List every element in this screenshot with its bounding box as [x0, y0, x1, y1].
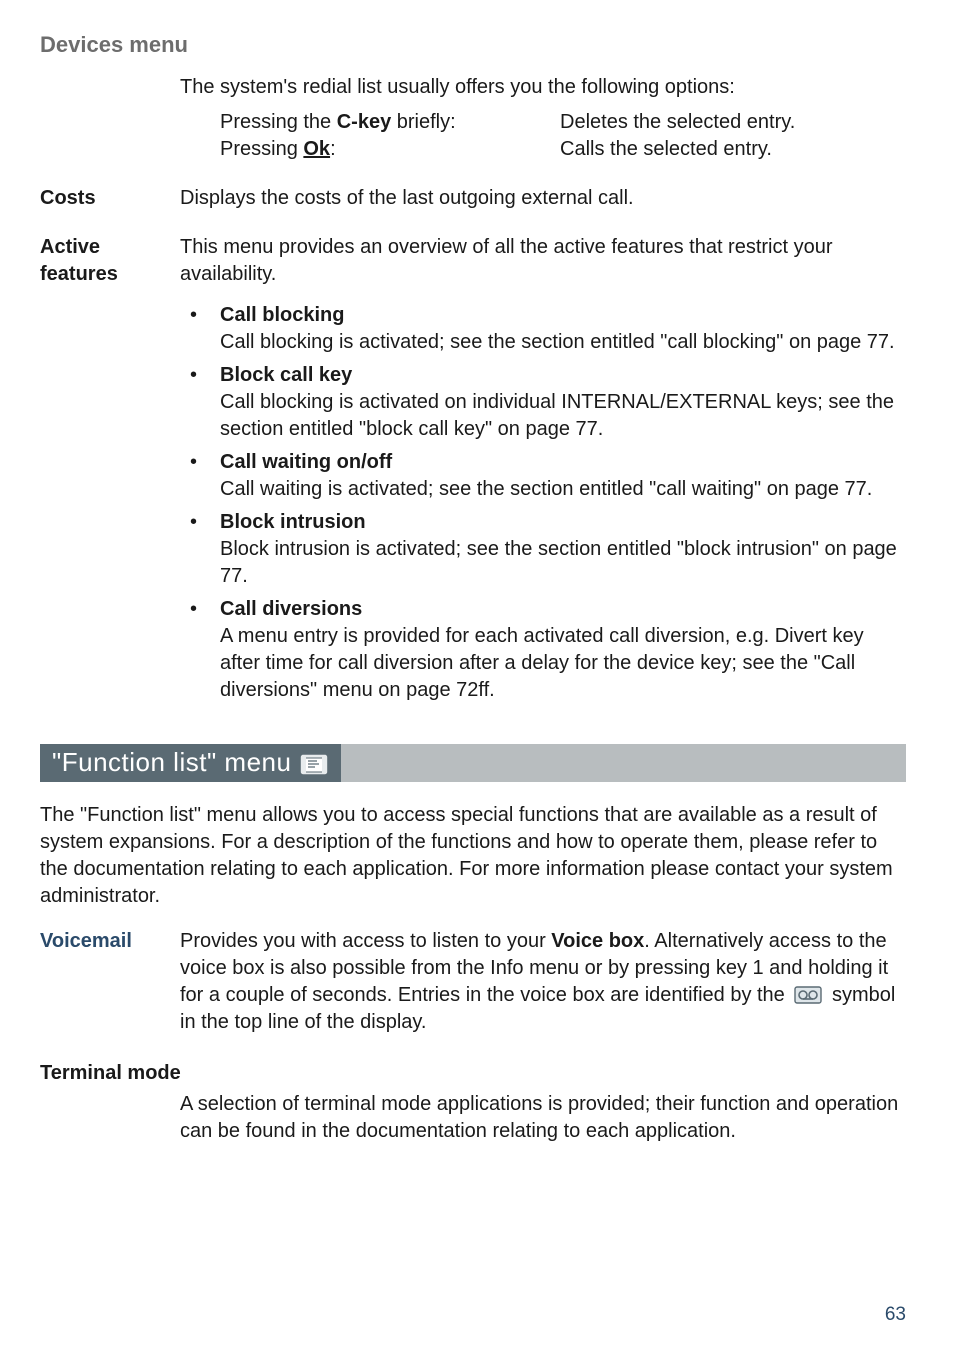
feature-list: Call blocking Call blocking is activated… [180, 302, 906, 704]
list-item: Call waiting on/off Call waiting is acti… [180, 449, 906, 503]
costs-text: Displays the costs of the last outgoing … [180, 185, 906, 212]
redial-row1-left: Pressing the C-key briefly: [220, 109, 560, 136]
section-header-inner: "Function list" menu [40, 744, 341, 782]
redial-row2-right: Calls the selected entry. [560, 136, 906, 163]
terminal-mode-label: Terminal mode [40, 1060, 906, 1087]
voicemail-text: Provides you with access to listen to yo… [180, 928, 906, 1036]
feature-title: Block call key [220, 362, 906, 389]
text: : [330, 138, 336, 160]
text: Pressing [220, 138, 303, 160]
c-key-label: C-key [337, 111, 391, 133]
active-features-block: Active features This menu provides an ov… [40, 234, 906, 288]
list-item: Call diversions A menu entry is provided… [180, 596, 906, 704]
feature-text: Call waiting is activated; see the secti… [220, 476, 906, 503]
folder-icon [299, 750, 329, 776]
feature-text: Block intrusion is activated; see the se… [220, 536, 906, 590]
list-item: Call blocking Call blocking is activated… [180, 302, 906, 356]
list-item: Block call key Call blocking is activate… [180, 362, 906, 443]
active-features-text: This menu provides an overview of all th… [180, 234, 906, 288]
feature-title: Call blocking [220, 302, 906, 329]
voicemail-label: Voicemail [40, 928, 180, 1036]
page-header: Devices menu [40, 30, 906, 60]
redial-row1-right: Deletes the selected entry. [560, 109, 906, 136]
voicemail-block: Voicemail Provides you with access to li… [40, 928, 906, 1036]
feature-text: Call blocking is activated; see the sect… [220, 329, 906, 356]
feature-text: Call blocking is activated on individual… [220, 389, 906, 443]
function-list-intro: The "Function list" menu allows you to a… [40, 802, 906, 910]
redial-row-1: Pressing the C-key briefly: Deletes the … [220, 109, 906, 136]
costs-label: Costs [40, 185, 180, 212]
redial-intro: The system's redial list usually offers … [180, 74, 906, 101]
text: briefly: [391, 111, 455, 133]
redial-row2-left: Pressing Ok: [220, 136, 560, 163]
section-title: "Function list" menu [52, 745, 291, 780]
terminal-mode-block: Terminal mode A selection of terminal mo… [40, 1060, 906, 1145]
redial-row-2: Pressing Ok: Calls the selected entry. [220, 136, 906, 163]
voicemail-icon [794, 986, 822, 1004]
section-header: "Function list" menu [40, 744, 906, 782]
list-item: Block intrusion Block intrusion is activ… [180, 509, 906, 590]
feature-title: Block intrusion [220, 509, 906, 536]
text: Pressing the [220, 111, 337, 133]
feature-title: Call waiting on/off [220, 449, 906, 476]
voice-box-bold: Voice box [551, 930, 644, 952]
terminal-mode-text: A selection of terminal mode application… [180, 1091, 906, 1145]
text: Provides you with access to listen to yo… [180, 930, 551, 952]
feature-text: A menu entry is provided for each activa… [220, 623, 906, 704]
active-features-label: Active features [40, 234, 180, 288]
feature-title: Call diversions [220, 596, 906, 623]
costs-block: Costs Displays the costs of the last out… [40, 185, 906, 212]
page-number: 63 [885, 1302, 906, 1328]
ok-label: Ok [303, 138, 330, 160]
